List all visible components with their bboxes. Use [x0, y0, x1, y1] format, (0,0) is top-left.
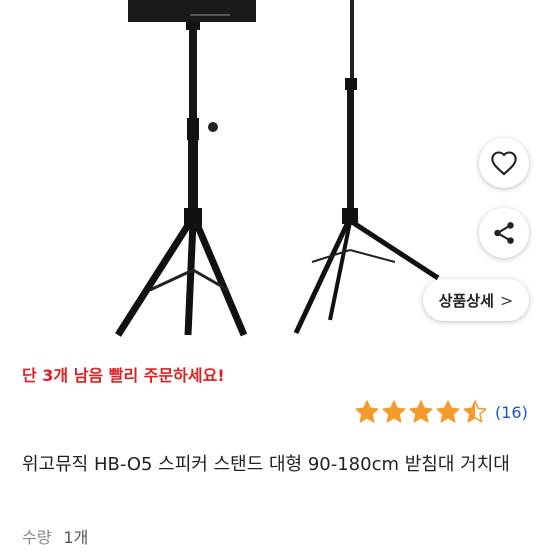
star-icon — [355, 400, 379, 423]
product-detail-button[interactable]: 상품상세 > — [423, 279, 529, 321]
stock-urgency-text: 단 3개 남음 빨리 주문하세요! — [22, 366, 225, 385]
share-icon — [494, 222, 514, 244]
star-icon — [436, 400, 460, 423]
rating-summary[interactable]: (16) — [354, 399, 528, 425]
chevron-right-icon: > — [499, 290, 514, 310]
quantity-value: 1개 — [63, 528, 89, 547]
rating-stars — [354, 399, 488, 425]
product-detail-label: 상품상세 — [438, 291, 494, 310]
heart-icon — [491, 151, 517, 176]
quantity-label: 수량 — [22, 528, 52, 547]
wishlist-button[interactable] — [479, 138, 529, 188]
product-title: 위고뮤직 HB-O5 스피커 스탠드 대형 90-180cm 받침대 거치대 — [22, 454, 510, 475]
share-button[interactable] — [479, 208, 529, 258]
star-icon — [463, 400, 487, 423]
star-icon — [409, 400, 433, 423]
quantity-row: 수량 1개 — [22, 524, 88, 548]
review-count-link[interactable]: (16) — [495, 403, 528, 422]
star-icon — [382, 400, 406, 423]
